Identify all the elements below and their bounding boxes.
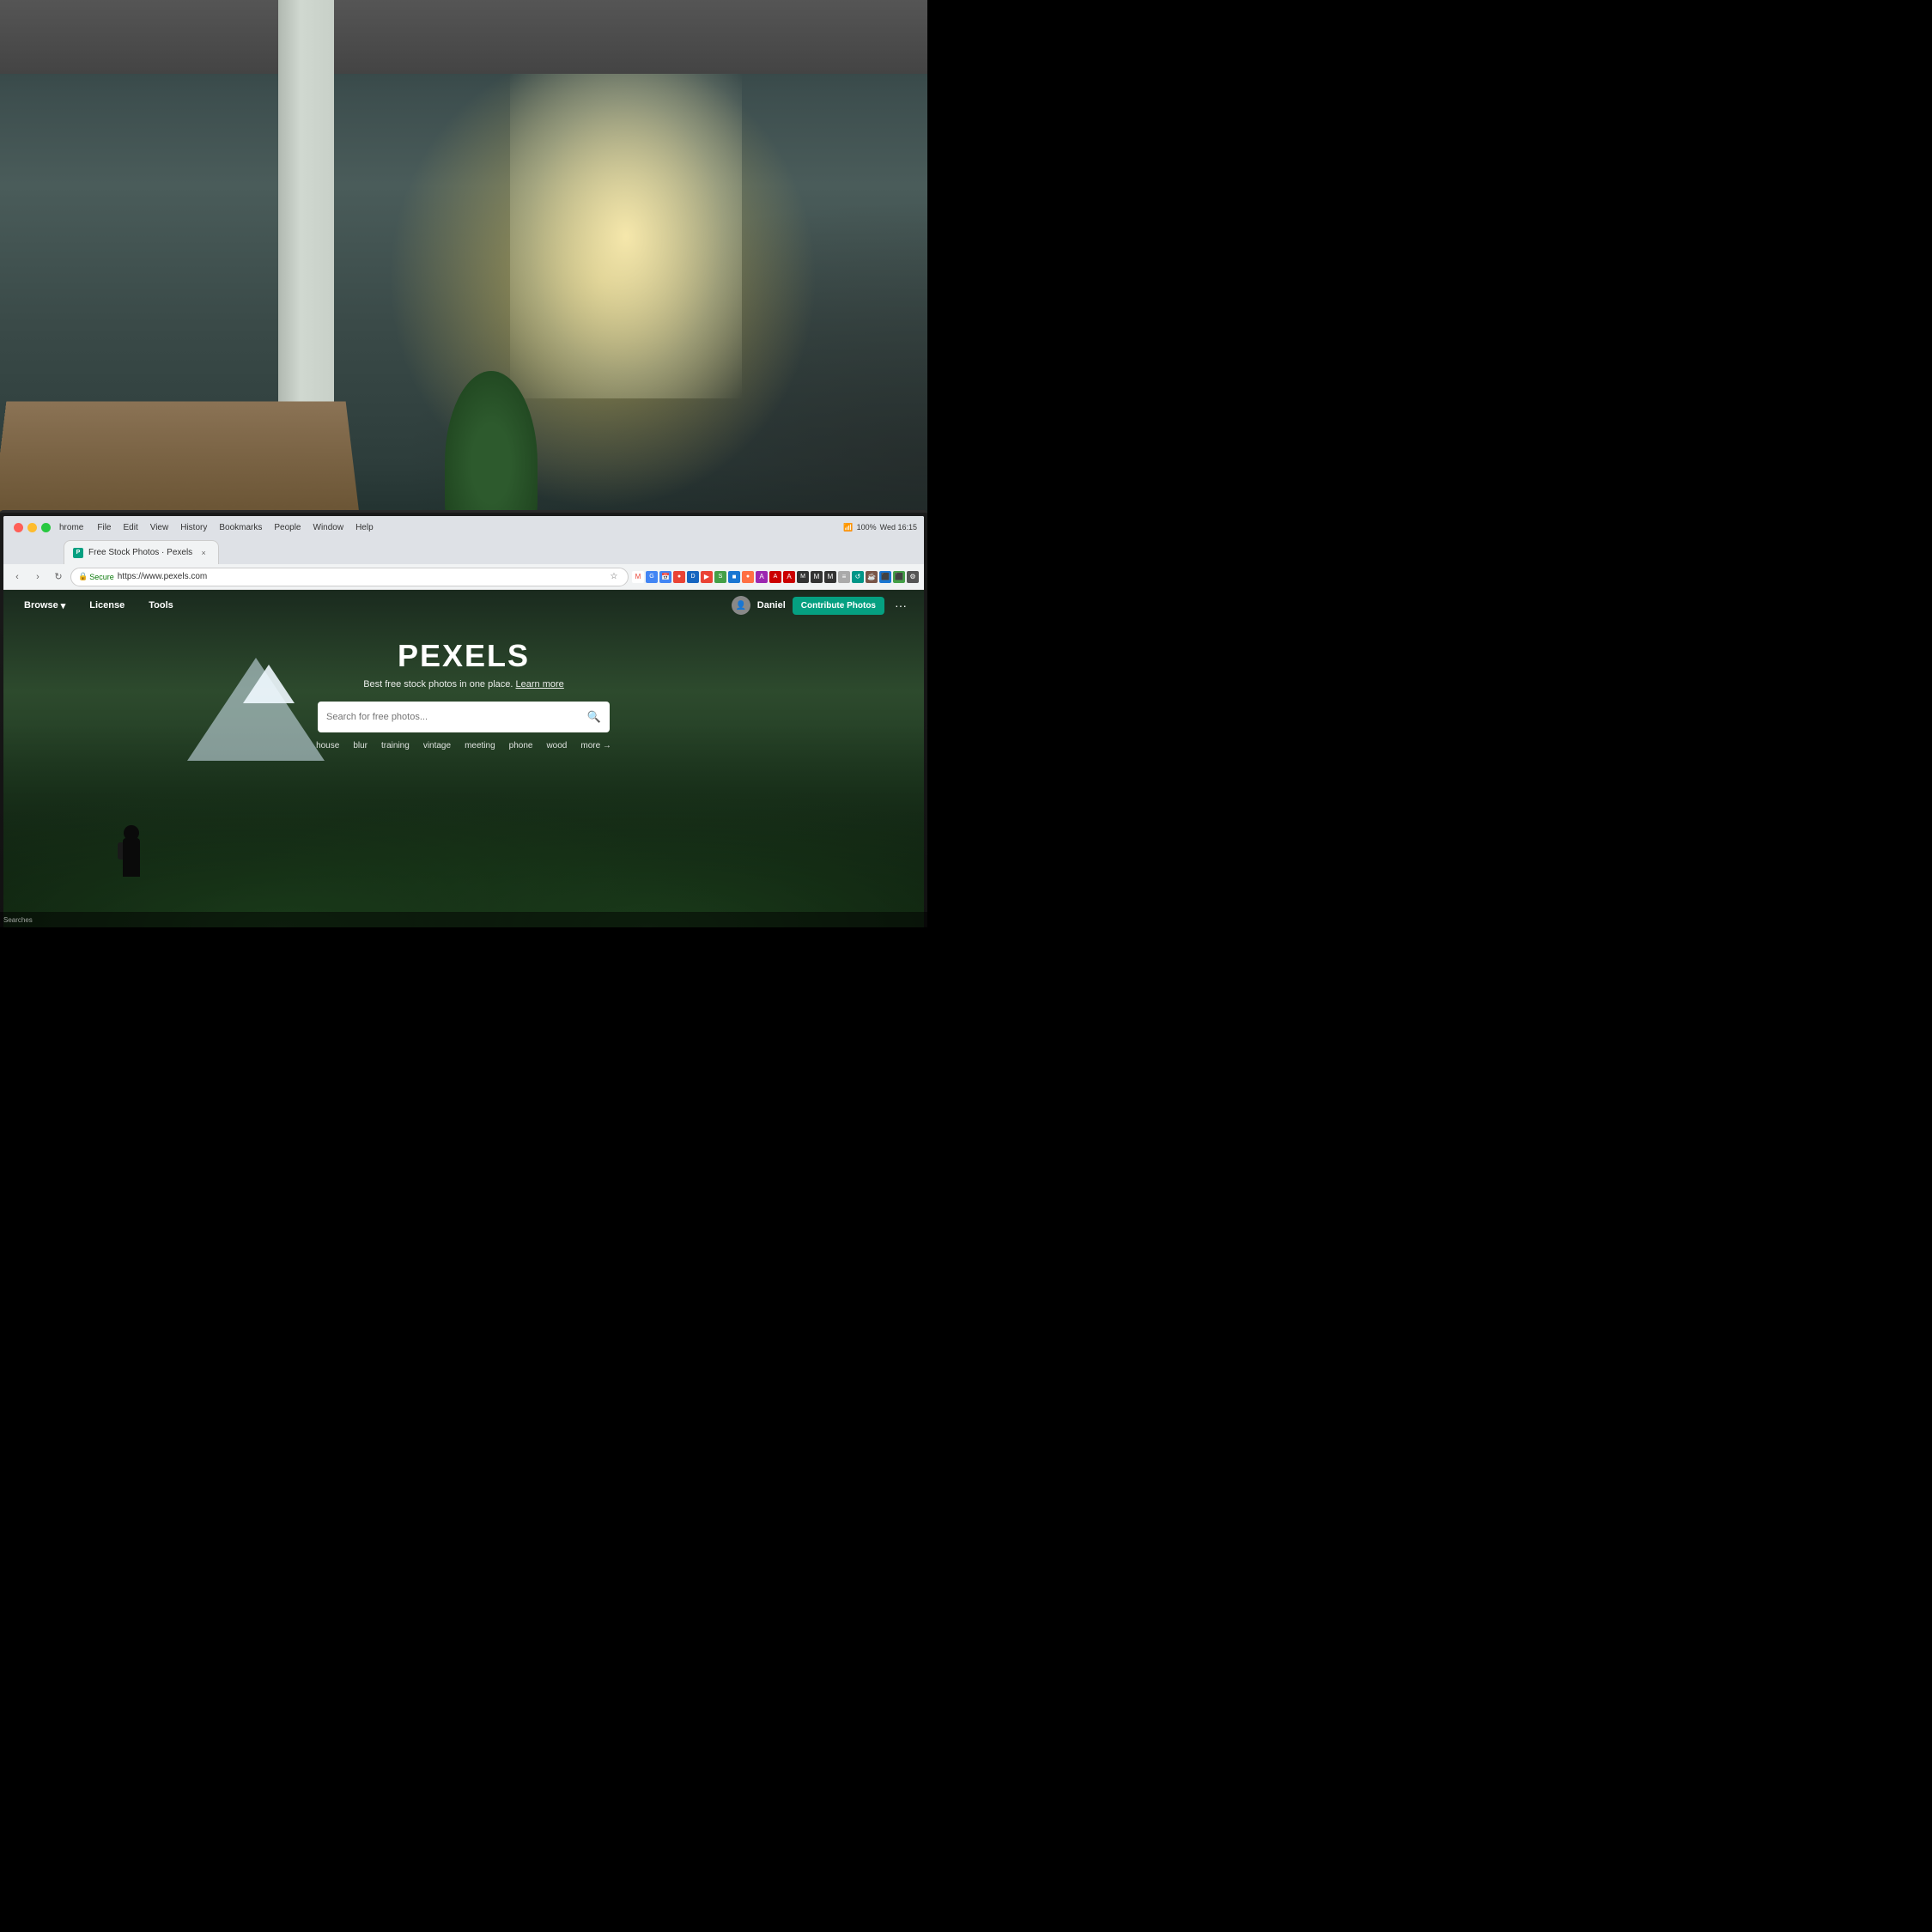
monitor-bezel: hrome File Edit View History Bookmarks P…	[0, 510, 927, 927]
nav-left: Browse ▾ License Tools	[17, 597, 180, 615]
suggestion-vintage[interactable]: vintage	[420, 739, 454, 752]
browser-name: hrome	[59, 523, 83, 532]
ext-icon-12[interactable]: M	[824, 571, 836, 583]
chrome-toolbar: ‹ › ↻ 🔒 Secure h	[3, 564, 924, 590]
user-name[interactable]: Daniel	[757, 600, 786, 611]
menu-edit[interactable]: Edit	[118, 521, 143, 534]
taskbar-label: Searches	[3, 916, 33, 924]
ext-icon-16[interactable]: ⬛	[879, 571, 891, 583]
reload-button[interactable]: ↻	[50, 568, 67, 586]
monitor-screen: hrome File Edit View History Bookmarks P…	[3, 516, 924, 927]
suggestion-blur[interactable]: blur	[349, 739, 371, 752]
chrome-titlebar: hrome File Edit View History Bookmarks P…	[3, 516, 924, 538]
menu-bookmarks[interactable]: Bookmarks	[214, 521, 267, 534]
tools-button[interactable]: Tools	[142, 597, 180, 614]
menu-file[interactable]: File	[92, 521, 116, 534]
wifi-icon: 📶	[843, 523, 853, 532]
window-controls	[10, 523, 54, 532]
tagline-text: Best free stock photos in one place.	[363, 679, 513, 690]
ext-icon-7[interactable]: A	[756, 571, 768, 583]
search-bar: 🔍	[318, 702, 610, 732]
ext-icon-3[interactable]: ▶	[701, 571, 713, 583]
address-bar[interactable]: 🔒 Secure https://www.pexels.com ☆	[70, 568, 629, 586]
menu-history[interactable]: History	[175, 521, 212, 534]
close-button[interactable]	[14, 523, 23, 532]
window-light	[510, 74, 742, 398]
search-suggestions: house blur training vintage meeting phon…	[313, 739, 615, 752]
back-button[interactable]: ‹	[9, 568, 26, 586]
pexels-logo: PEXELS	[398, 638, 530, 674]
user-avatar[interactable]: 👤	[732, 596, 750, 615]
ext-icon-17[interactable]: ⬛	[893, 571, 905, 583]
address-actions: ☆	[607, 570, 621, 584]
pexels-hero: Browse ▾ License Tools 👤	[3, 590, 924, 927]
person-silhouette	[114, 808, 149, 877]
menu-view[interactable]: View	[145, 521, 174, 534]
ext-icon-9[interactable]: A	[783, 571, 795, 583]
pexels-website: Browse ▾ License Tools 👤	[3, 590, 924, 927]
ext-gmail[interactable]: M	[632, 571, 644, 583]
contribute-photos-button[interactable]: Contribute Photos	[793, 597, 884, 615]
ext-calendar[interactable]: 📅	[659, 571, 671, 583]
url-display: https://www.pexels.com	[118, 572, 207, 581]
ext-icon-2[interactable]: D	[687, 571, 699, 583]
ext-icon-8[interactable]: A	[769, 571, 781, 583]
secure-badge: 🔒 Secure	[78, 572, 114, 581]
extension-icons: M G 📅 ● D ▶ S ■ ● A A A M	[632, 571, 919, 583]
desk	[0, 402, 359, 512]
suggestion-house[interactable]: house	[313, 739, 343, 752]
star-icon[interactable]: ☆	[607, 570, 621, 584]
tab-title: Free Stock Photos · Pexels	[88, 548, 192, 557]
person-body	[123, 838, 140, 877]
browser-menu: File Edit View History Bookmarks People …	[92, 521, 378, 534]
suggestion-meeting[interactable]: meeting	[461, 739, 499, 752]
suggestion-phone[interactable]: phone	[506, 739, 537, 752]
search-input[interactable]	[326, 712, 580, 722]
suggestion-wood[interactable]: wood	[543, 739, 570, 752]
ext-icon-14[interactable]: ↺	[852, 571, 864, 583]
ext-icon-18[interactable]: ⚙	[907, 571, 919, 583]
minimize-button[interactable]	[27, 523, 37, 532]
ext-icon-13[interactable]: ≡	[838, 571, 850, 583]
browse-label: Browse	[24, 600, 58, 611]
ext-icon-1[interactable]: ●	[673, 571, 685, 583]
taskbar: Searches	[0, 912, 927, 927]
menu-people[interactable]: People	[269, 521, 306, 534]
active-tab[interactable]: P Free Stock Photos · Pexels ×	[64, 540, 219, 564]
pexels-navbar: Browse ▾ License Tools 👤	[3, 590, 924, 621]
battery-label: 100%	[857, 523, 877, 532]
ext-google[interactable]: G	[646, 571, 658, 583]
ext-icon-10[interactable]: M	[797, 571, 809, 583]
secure-label: Secure	[89, 573, 114, 581]
browse-button[interactable]: Browse ▾	[17, 597, 72, 615]
clock: Wed 16:15	[880, 523, 917, 532]
ext-icon-5[interactable]: ■	[728, 571, 740, 583]
ext-icon-15[interactable]: ☕	[866, 571, 878, 583]
system-tray: 📶 100% Wed 16:15	[843, 523, 917, 532]
monitor: hrome File Edit View History Bookmarks P…	[0, 510, 927, 927]
tab-favicon: P	[73, 548, 83, 558]
ceiling	[0, 0, 927, 74]
suggestion-training[interactable]: training	[378, 739, 413, 752]
learn-more-link[interactable]: Learn more	[516, 679, 564, 690]
search-icon[interactable]: 🔍	[587, 710, 601, 724]
ext-icon-4[interactable]: S	[714, 571, 726, 583]
forward-button[interactable]: ›	[29, 568, 46, 586]
suggestion-more[interactable]: more →	[577, 739, 615, 752]
hero-content: PEXELS Best free stock photos in one pla…	[3, 638, 924, 752]
license-button[interactable]: License	[82, 597, 131, 614]
menu-help[interactable]: Help	[350, 521, 379, 534]
tab-close-button[interactable]: ×	[197, 547, 210, 559]
more-options-button[interactable]: ···	[891, 597, 910, 614]
tagline: Best free stock photos in one place. Lea…	[363, 679, 564, 690]
tab-bar: P Free Stock Photos · Pexels ×	[3, 538, 924, 564]
lock-icon: 🔒	[78, 572, 88, 581]
menu-window[interactable]: Window	[308, 521, 349, 534]
maximize-button[interactable]	[41, 523, 51, 532]
nav-right: 👤 Daniel Contribute Photos ···	[732, 596, 910, 615]
chevron-down-icon: ▾	[61, 600, 66, 611]
ext-icon-6[interactable]: ●	[742, 571, 754, 583]
ext-icon-11[interactable]: M	[811, 571, 823, 583]
